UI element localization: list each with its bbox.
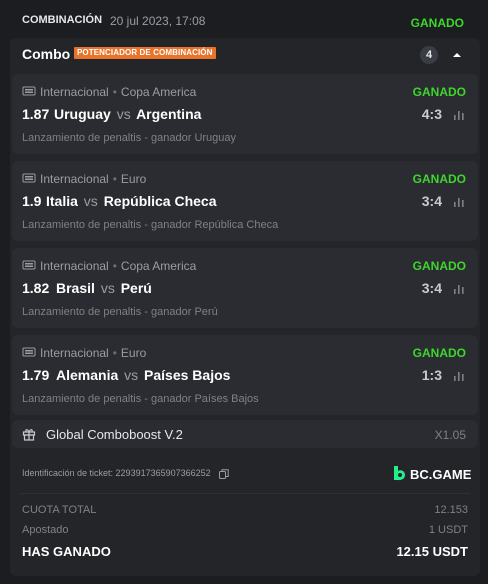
bet-type-title: COMBINACIÓN bbox=[22, 14, 103, 26]
selection-odds: 1.9 bbox=[22, 193, 42, 209]
bcgame-logo-icon bbox=[394, 466, 405, 481]
league-label: Internacional • Copa America bbox=[40, 85, 197, 99]
match-teams: Alemania vs Países Bajos bbox=[56, 367, 231, 383]
ticket-id-row: Identificación de ticket: 22939173659073… bbox=[22, 468, 229, 479]
selection-odds: 1.79 bbox=[22, 367, 50, 383]
total-odds-value: 12.153 bbox=[434, 504, 468, 516]
league-label: Internacional • Euro bbox=[40, 172, 147, 186]
staked-label: Apostado bbox=[22, 524, 69, 536]
market-description: Lanzamiento de penaltis - ganador Repúbl… bbox=[22, 219, 279, 231]
comboboost-row: Global Comboboost V.2 X1.05 bbox=[12, 420, 478, 448]
total-odds-label: CUOTA TOTAL bbox=[22, 504, 97, 516]
combo-title: Combo bbox=[22, 46, 71, 62]
copy-icon[interactable] bbox=[219, 468, 229, 479]
bet-date: 20 jul 2023, 17:08 bbox=[110, 14, 206, 28]
selection-status: GANADO bbox=[412, 259, 466, 273]
selection-status: GANADO bbox=[412, 172, 466, 186]
won-value: 12.15 USDT bbox=[396, 544, 468, 559]
stats-icon[interactable] bbox=[452, 195, 466, 209]
comboboost-label: Global Comboboost V.2 bbox=[46, 427, 183, 442]
gift-icon bbox=[22, 429, 36, 441]
staked-value: 1 USDT bbox=[428, 524, 468, 536]
match-teams: Italia vs República Checa bbox=[46, 193, 217, 209]
bet-selection: Internacional • Euro GANADO 1.9 Italia vs … bbox=[12, 161, 478, 241]
fifa-icon bbox=[22, 347, 36, 357]
selection-status: GANADO bbox=[412, 85, 466, 99]
fifa-icon bbox=[22, 86, 36, 96]
selection-count: 4 bbox=[420, 46, 438, 64]
fifa-icon bbox=[22, 260, 36, 270]
comboboost-multiplier: X1.05 bbox=[434, 428, 466, 442]
match-score: 4:3 bbox=[421, 106, 442, 122]
match-teams: Uruguay vs Argentina bbox=[54, 106, 202, 122]
match-teams: Brasil vs Perú bbox=[56, 280, 152, 296]
divider bbox=[20, 493, 470, 494]
fifa-icon bbox=[22, 173, 36, 183]
stats-icon[interactable] bbox=[452, 108, 466, 122]
match-score: 3:4 bbox=[421, 193, 442, 209]
stats-icon[interactable] bbox=[452, 369, 466, 383]
bet-selection: Internacional • Copa America GANADO 1.82 B… bbox=[12, 248, 478, 328]
selection-odds: 1.87 bbox=[22, 106, 50, 122]
bet-status-badge: GANADO bbox=[410, 16, 464, 30]
selection-odds: 1.82 bbox=[22, 280, 50, 296]
combo-boost-badge: POTENCIADOR DE COMBINACIÓN bbox=[74, 47, 216, 59]
market-description: Lanzamiento de penaltis - ganador Países… bbox=[22, 393, 259, 405]
match-score: 3:4 bbox=[421, 280, 442, 296]
ticket-id: Identificación de ticket: 22939173659073… bbox=[22, 468, 211, 478]
market-description: Lanzamiento de penaltis - ganador Perú bbox=[22, 306, 218, 318]
selection-status: GANADO bbox=[412, 346, 466, 360]
bet-selection: Internacional • Copa America GANADO 1.87 U… bbox=[12, 74, 478, 154]
match-score: 1:3 bbox=[421, 367, 442, 383]
market-description: Lanzamiento de penaltis - ganador Urugua… bbox=[22, 132, 237, 144]
brand-name: BC.GAME bbox=[410, 467, 472, 482]
combo-panel: Combo POTENCIADOR DE COMBINACIÓN 4 Inter… bbox=[10, 38, 480, 576]
bet-header: COMBINACIÓN 20 jul 2023, 17:08 GANADO bbox=[0, 0, 488, 40]
bet-selection: Internacional • Euro GANADO 1.79 Alemania … bbox=[12, 335, 478, 415]
league-label: Internacional • Euro bbox=[40, 346, 147, 360]
combo-header[interactable]: Combo POTENCIADOR DE COMBINACIÓN 4 bbox=[10, 38, 480, 72]
chevron-up-icon[interactable] bbox=[450, 48, 464, 62]
league-label: Internacional • Copa America bbox=[40, 259, 197, 273]
stats-icon[interactable] bbox=[452, 282, 466, 296]
won-label: HAS GANADO bbox=[22, 544, 111, 559]
